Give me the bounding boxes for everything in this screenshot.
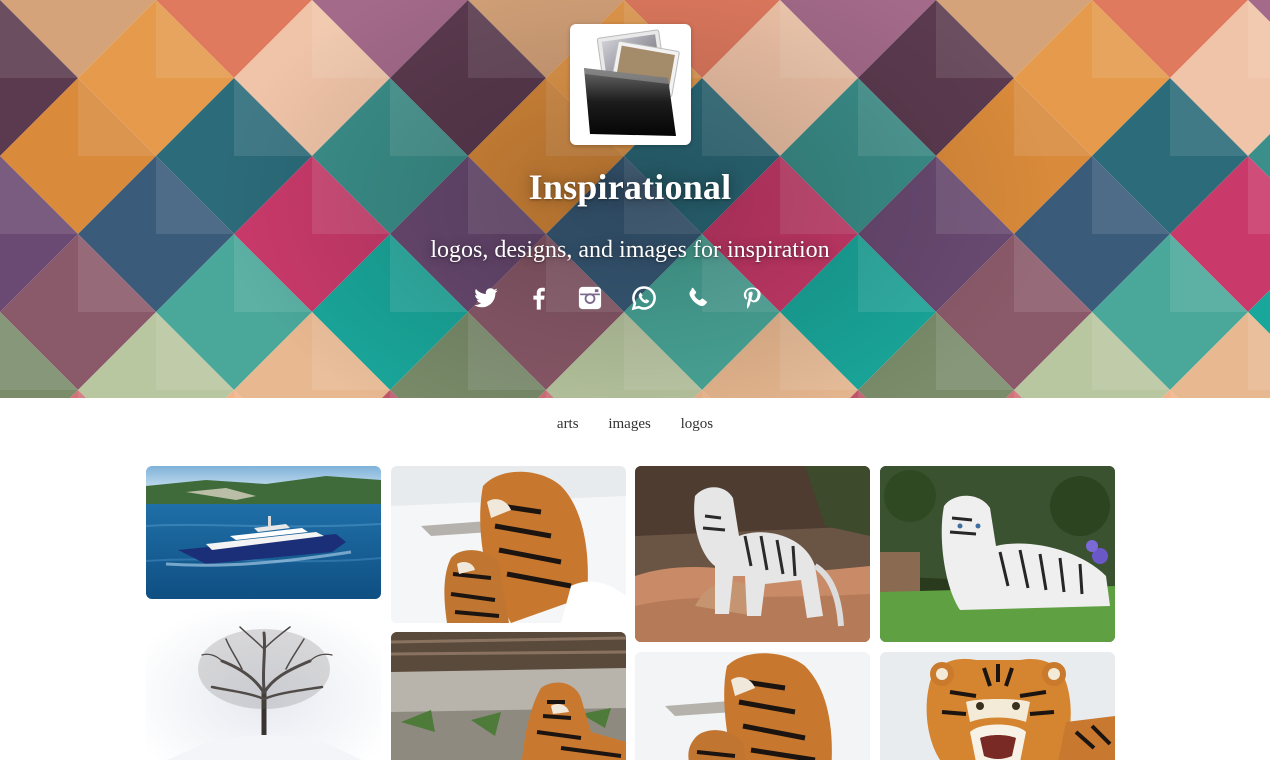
social-links (470, 284, 770, 312)
whatsapp-icon[interactable] (630, 284, 658, 312)
gallery-image-white-tiger-grass[interactable] (880, 466, 1115, 642)
gallery-image-roaring-tiger[interactable] (880, 652, 1115, 760)
site-tagline: logos, designs, and images for inspirati… (430, 237, 830, 263)
gallery-image-winter-tree[interactable] (146, 609, 381, 760)
gallery-image-white-tiger-rocks[interactable] (635, 466, 870, 642)
photo-folder-icon (584, 29, 680, 136)
site-logo[interactable] (570, 24, 691, 145)
filter-arts[interactable]: arts (557, 416, 579, 433)
filter-logos[interactable]: logos (681, 416, 714, 433)
pinterest-icon[interactable] (738, 284, 766, 312)
category-filters: arts images logos (0, 416, 1270, 433)
site-title: Inspirational (528, 167, 732, 207)
instagram-icon[interactable] (576, 284, 604, 312)
gallery-image-yacht[interactable] (146, 466, 381, 599)
phone-icon[interactable] (684, 284, 712, 312)
gallery-image-tigers-snow[interactable] (391, 466, 626, 623)
gallery-image-tigers-snow-2[interactable] (635, 652, 870, 760)
filter-images[interactable]: images (608, 416, 651, 433)
twitter-icon[interactable] (472, 284, 500, 312)
hero-banner: Inspirational logos, designs, and images… (0, 0, 1270, 398)
facebook-icon[interactable] (525, 284, 553, 312)
gallery-image-tiger-wall[interactable] (391, 632, 626, 760)
